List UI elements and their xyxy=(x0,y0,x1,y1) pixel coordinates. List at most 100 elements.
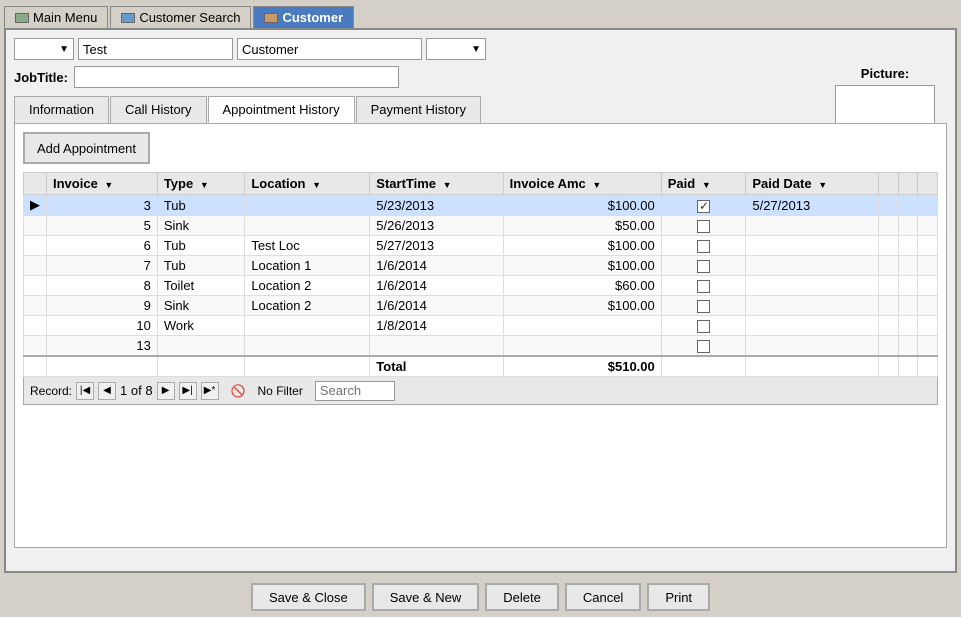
first-name-input[interactable] xyxy=(78,38,233,60)
table-row[interactable]: 6TubTest Loc5/27/2013$100.00 xyxy=(24,236,938,256)
save-new-button[interactable]: Save & New xyxy=(372,583,480,611)
nav-new-button[interactable]: ▶* xyxy=(201,382,219,400)
prefix-dropdown[interactable]: ▼ xyxy=(14,38,74,60)
save-close-button[interactable]: Save & Close xyxy=(251,583,366,611)
cell-location xyxy=(245,316,370,336)
location-sort-icon: ▼ xyxy=(312,180,321,190)
cell-invoice-amt: $50.00 xyxy=(503,216,661,236)
table-row[interactable]: 8ToiletLocation 21/6/2014$60.00 xyxy=(24,276,938,296)
paid-checkbox[interactable] xyxy=(697,220,710,233)
col-location[interactable]: Location ▼ xyxy=(245,173,370,195)
cell-invoice: 5 xyxy=(47,216,158,236)
paid-checkbox[interactable] xyxy=(697,340,710,353)
nav-first-button[interactable]: |◀ xyxy=(76,382,94,400)
paid-checkbox[interactable] xyxy=(697,300,710,313)
cell-invoice: 13 xyxy=(47,336,158,357)
total-cell xyxy=(879,356,899,377)
cell-invoice: 6 xyxy=(47,236,158,256)
row-select-indicator xyxy=(24,256,47,276)
cell-invoice-amt: $100.00 xyxy=(503,195,661,216)
cell-extra xyxy=(918,216,938,236)
cell-extra xyxy=(918,256,938,276)
cell-starttime: 5/27/2013 xyxy=(370,236,503,256)
cell-paid[interactable] xyxy=(661,256,746,276)
table-row[interactable]: ▶3Tub5/23/2013$100.005/27/2013 xyxy=(24,195,938,216)
search-input[interactable] xyxy=(315,381,395,401)
tab-appointment-history[interactable]: Appointment History xyxy=(208,96,355,123)
cell-location xyxy=(245,216,370,236)
paid-checkbox[interactable] xyxy=(697,240,710,253)
cell-invoice-amt: $60.00 xyxy=(503,276,661,296)
cell-starttime: 1/8/2014 xyxy=(370,316,503,336)
suffix-dropdown[interactable]: ▼ xyxy=(426,38,486,60)
cell-paid[interactable] xyxy=(661,216,746,236)
cell-type: Tub xyxy=(157,256,245,276)
cell-invoice-amt: $100.00 xyxy=(503,236,661,256)
tab-main-menu[interactable]: Main Menu xyxy=(4,6,108,28)
suffix-arrow-icon: ▼ xyxy=(471,44,481,55)
cell-starttime xyxy=(370,336,503,357)
cell-extra xyxy=(918,276,938,296)
cell-invoice-amt xyxy=(503,316,661,336)
cell-paid[interactable] xyxy=(661,296,746,316)
total-cell xyxy=(918,356,938,377)
col-extra3 xyxy=(918,173,938,195)
col-invoice[interactable]: Invoice ▼ xyxy=(47,173,158,195)
picture-label: Picture: xyxy=(835,66,935,81)
col-extra2 xyxy=(898,173,918,195)
cell-paid[interactable] xyxy=(661,336,746,357)
cell-invoice: 7 xyxy=(47,256,158,276)
cell-starttime: 1/6/2014 xyxy=(370,256,503,276)
cancel-button[interactable]: Cancel xyxy=(565,583,641,611)
record-navigator: Record: |◀ ◀ 1 of 8 ▶ ▶| ▶* 🚫 No Filter xyxy=(23,377,938,405)
paid-checkbox[interactable] xyxy=(697,280,710,293)
paid-checkbox[interactable] xyxy=(697,260,710,273)
col-paid[interactable]: Paid ▼ xyxy=(661,173,746,195)
nav-prev-button[interactable]: ◀ xyxy=(98,382,116,400)
paid-sort-icon: ▼ xyxy=(702,180,711,190)
paid-checkbox[interactable] xyxy=(697,320,710,333)
cell-starttime: 5/26/2013 xyxy=(370,216,503,236)
add-appointment-button[interactable]: Add Appointment xyxy=(23,132,150,164)
cell-extra xyxy=(879,256,899,276)
tab-customer-search[interactable]: Customer Search xyxy=(110,6,251,28)
total-cell xyxy=(898,356,918,377)
jobtitle-input[interactable] xyxy=(74,66,399,88)
paid-checkbox[interactable] xyxy=(697,200,710,213)
cell-paid[interactable] xyxy=(661,276,746,296)
cell-paid[interactable] xyxy=(661,236,746,256)
col-invoice-amt[interactable]: Invoice Amc ▼ xyxy=(503,173,661,195)
print-button[interactable]: Print xyxy=(647,583,710,611)
row-select-indicator xyxy=(24,276,47,296)
total-cell xyxy=(245,356,370,377)
col-paid-date[interactable]: Paid Date ▼ xyxy=(746,173,879,195)
cell-extra xyxy=(898,195,918,216)
last-name-input[interactable] xyxy=(237,38,422,60)
table-row[interactable]: 9SinkLocation 21/6/2014$100.00 xyxy=(24,296,938,316)
tab-customer[interactable]: Customer xyxy=(253,6,354,28)
cell-type: Tub xyxy=(157,195,245,216)
tab-call-history[interactable]: Call History xyxy=(110,96,206,123)
cell-invoice-amt xyxy=(503,336,661,357)
col-starttime[interactable]: StartTime ▼ xyxy=(370,173,503,195)
delete-button[interactable]: Delete xyxy=(485,583,559,611)
nav-last-button[interactable]: ▶| xyxy=(179,382,197,400)
tab-information[interactable]: Information xyxy=(14,96,109,123)
total-cell xyxy=(746,356,879,377)
table-row[interactable]: 5Sink5/26/2013$50.00 xyxy=(24,216,938,236)
table-row[interactable]: 13 xyxy=(24,336,938,357)
col-type[interactable]: Type ▼ xyxy=(157,173,245,195)
cell-paid[interactable] xyxy=(661,195,746,216)
nav-next-button[interactable]: ▶ xyxy=(157,382,175,400)
tab-payment-history[interactable]: Payment History xyxy=(356,96,481,123)
cell-paid[interactable] xyxy=(661,316,746,336)
cell-invoice: 9 xyxy=(47,296,158,316)
invoiceamt-sort-icon: ▼ xyxy=(592,180,601,190)
cell-paid-date xyxy=(746,216,879,236)
tab-content-appointment: Add Appointment Invoice ▼ Type ▼ Locatio… xyxy=(14,123,947,548)
cell-paid-date xyxy=(746,256,879,276)
cell-extra xyxy=(879,336,899,357)
table-row[interactable]: 10Work1/8/2014 xyxy=(24,316,938,336)
total-cell xyxy=(24,356,47,377)
table-row[interactable]: 7TubLocation 11/6/2014$100.00 xyxy=(24,256,938,276)
